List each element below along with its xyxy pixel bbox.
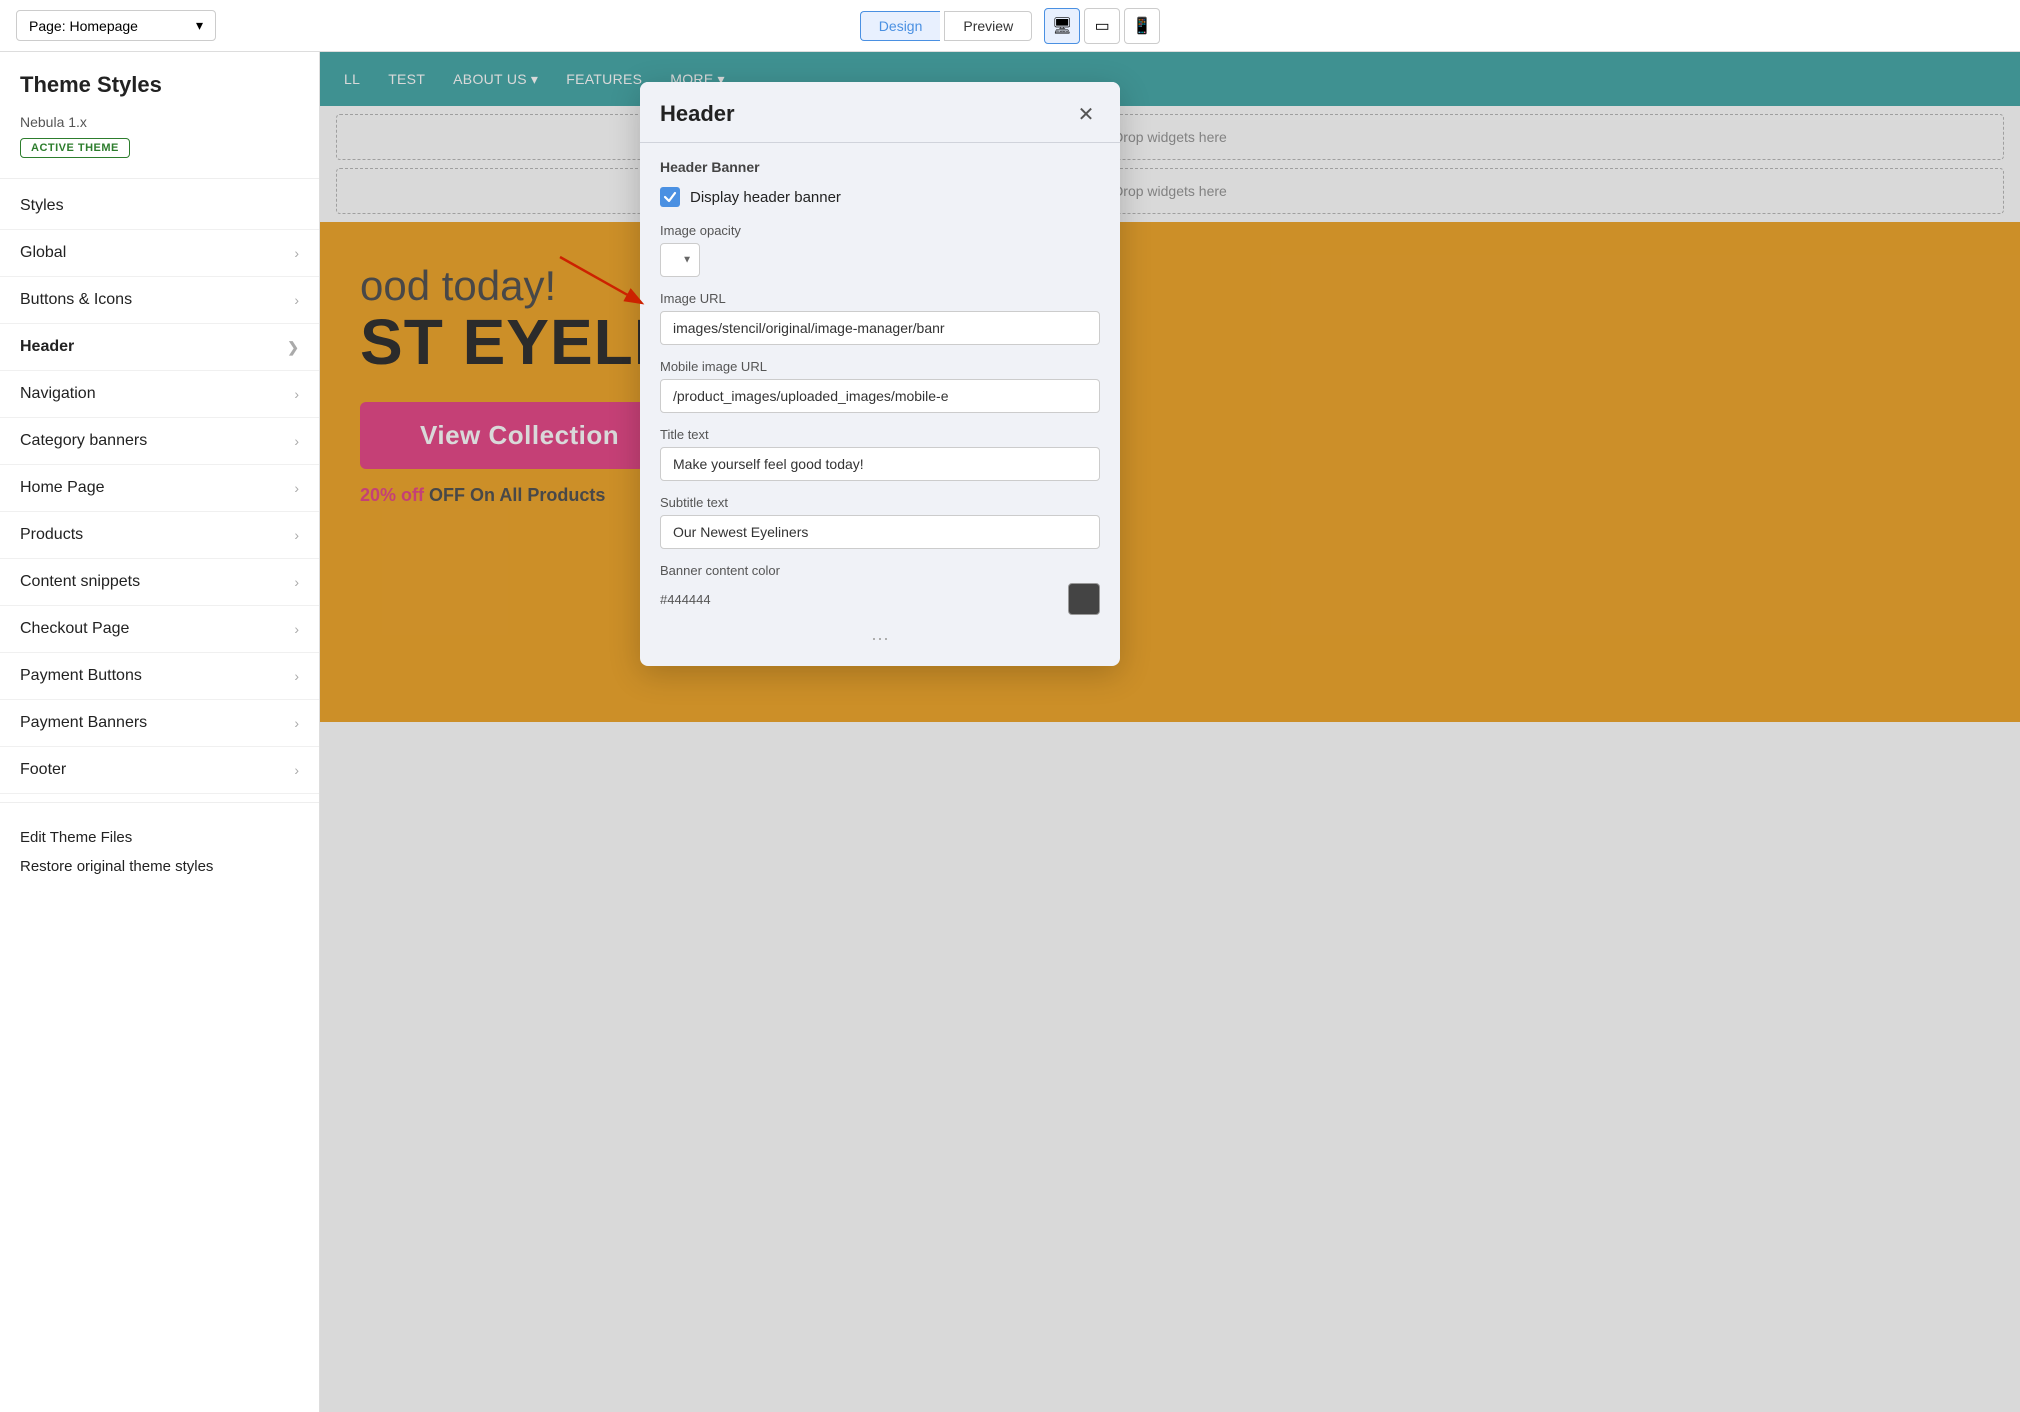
image-opacity-group: Image opacity [660,223,1100,277]
edit-theme-files-link[interactable]: Edit Theme Files [20,823,299,852]
chevron-right-icon: › [294,621,299,637]
sidebar-item-category-banners[interactable]: Category banners › [0,418,319,465]
device-buttons: 🖥 ▭ 📱 [1044,8,1160,44]
sidebar-item-label: Footer [20,761,66,779]
title-text-group: Title text [660,427,1100,481]
display-header-banner-label: Display header banner [690,189,841,206]
title-text-label: Title text [660,427,1100,442]
banner-color-swatch[interactable] [1068,583,1100,615]
mobile-url-group: Mobile image URL [660,359,1100,413]
sidebar-item-label: Styles [20,197,64,215]
chevron-right-icon: › [294,480,299,496]
chevron-right-icon: › [294,762,299,778]
sidebar-item-styles[interactable]: Styles [0,183,319,230]
banner-color-group: Banner content color #444444 [660,563,1100,615]
image-opacity-select-wrapper [660,243,700,277]
view-mode-buttons: Design Preview 🖥 ▭ 📱 [860,8,1160,44]
sidebar-item-footer[interactable]: Footer › [0,747,319,794]
modal-title-bar: Header ✕ [640,82,1120,142]
sidebar-items: Styles Global › Buttons & Icons › Header ❯ Navi… [0,183,319,794]
modal-overlay[interactable] [320,52,2020,1412]
header-modal: Header ✕ Header Banner Display header ba… [640,82,1120,666]
mobile-device-button[interactable]: 📱 [1124,8,1160,44]
active-theme-badge: ACTIVE THEME [20,138,130,158]
sidebar-item-label: Header [20,338,74,356]
mobile-url-input[interactable] [660,379,1100,413]
modal-body: Header Banner Display header banner Imag… [640,159,1120,650]
preview-button[interactable]: Preview [944,11,1032,41]
main-layout: Theme Styles Nebula 1.x ACTIVE THEME Sty… [0,52,2020,1412]
image-url-label: Image URL [660,291,1100,306]
image-opacity-select-row [660,243,1100,277]
banner-color-label: Banner content color [660,563,1100,578]
header-banner-section-label: Header Banner [660,159,1100,175]
sidebar-item-payment-buttons[interactable]: Payment Buttons › [0,653,319,700]
subtitle-text-group: Subtitle text [660,495,1100,549]
checkmark-icon [663,190,677,204]
theme-name: Nebula 1.x [0,110,319,134]
chevron-right-icon: › [294,668,299,684]
sidebar-item-global[interactable]: Global › [0,230,319,277]
sidebar-item-products[interactable]: Products › [0,512,319,559]
sidebar-item-label: Global [20,244,66,262]
chevron-right-icon: › [294,386,299,402]
sidebar-item-label: Checkout Page [20,620,129,638]
sidebar-item-label: Products [20,526,83,544]
page-selector[interactable]: Page: Homepage ▾ [16,10,216,41]
chevron-right-icon: › [294,292,299,308]
subtitle-text-label: Subtitle text [660,495,1100,510]
banner-color-hex: #444444 [660,592,711,607]
sidebar-item-label: Payment Banners [20,714,147,732]
image-opacity-label: Image opacity [660,223,1100,238]
sidebar-item-content-snippets[interactable]: Content snippets › [0,559,319,606]
image-url-group: Image URL [660,291,1100,345]
tablet-device-button[interactable]: ▭ [1084,8,1120,44]
title-text-input[interactable] [660,447,1100,481]
chevron-right-icon: › [294,433,299,449]
image-opacity-select[interactable] [660,243,700,277]
sidebar-item-payment-banners[interactable]: Payment Banners › [0,700,319,747]
preview-area: LL TEST ABOUT US ▾ FEATURES MORE ▾ Drop … [320,52,2020,1412]
display-header-banner-checkbox[interactable] [660,187,680,207]
display-header-banner-row: Display header banner [660,187,1100,207]
desktop-device-button[interactable]: 🖥 [1044,8,1080,44]
mobile-url-label: Mobile image URL [660,359,1100,374]
sidebar-item-label: Content snippets [20,573,140,591]
image-url-input[interactable] [660,311,1100,345]
modal-divider [640,142,1120,143]
sidebar-item-checkout-page[interactable]: Checkout Page › [0,606,319,653]
modal-title: Header [660,101,735,127]
sidebar-footer: Edit Theme Files Restore original theme … [0,802,319,901]
top-bar: Page: Homepage ▾ Design Preview 🖥 ▭ 📱 [0,0,2020,52]
sidebar-item-label: Payment Buttons [20,667,142,685]
chevron-right-icon: › [294,527,299,543]
modal-close-button[interactable]: ✕ [1072,100,1100,128]
sidebar-divider [0,178,319,179]
page-selector-chevron: ▾ [196,17,203,34]
sidebar-item-label: Category banners [20,432,147,450]
page-selector-label: Page: Homepage [29,18,138,34]
chevron-right-icon: ❯ [287,339,299,356]
sidebar-item-home-page[interactable]: Home Page › [0,465,319,512]
sidebar-item-label: Home Page [20,479,105,497]
chevron-right-icon: › [294,245,299,261]
scroll-dots-icon: ⋯ [871,629,889,650]
sidebar-item-buttons---icons[interactable]: Buttons & Icons › [0,277,319,324]
scroll-indicator: ⋯ [660,629,1100,650]
sidebar-item-navigation[interactable]: Navigation › [0,371,319,418]
sidebar-item-label: Navigation [20,385,96,403]
chevron-right-icon: › [294,574,299,590]
chevron-right-icon: › [294,715,299,731]
restore-theme-link[interactable]: Restore original theme styles [20,852,299,881]
subtitle-text-input[interactable] [660,515,1100,549]
design-button[interactable]: Design [860,11,941,41]
banner-color-row: #444444 [660,583,1100,615]
theme-styles-title: Theme Styles [0,52,319,110]
sidebar: Theme Styles Nebula 1.x ACTIVE THEME Sty… [0,52,320,1412]
sidebar-item-label: Buttons & Icons [20,291,132,309]
sidebar-item-header[interactable]: Header ❯ [0,324,319,371]
